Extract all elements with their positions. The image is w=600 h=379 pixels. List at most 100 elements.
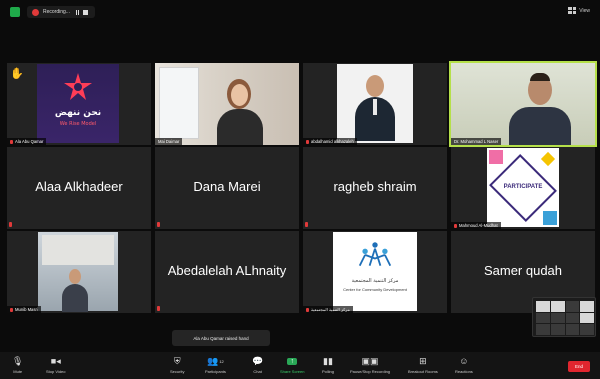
participant-tile[interactable]: Munib Masri	[7, 231, 151, 313]
polling-icon: ▮▮	[323, 355, 333, 366]
participants-icon: 👥 12	[207, 355, 224, 366]
reactions-button[interactable]: ☺ Reactions	[455, 355, 473, 374]
security-button[interactable]: ⛨ Security	[170, 355, 185, 375]
window-background	[159, 67, 199, 139]
poster-arabic-title: نحن ننهض	[54, 108, 102, 118]
muted-mic-icon	[306, 139, 309, 144]
video-feed: PARTICIPATE	[451, 147, 595, 229]
muted-mic-icon	[306, 307, 309, 312]
mute-label: Mute	[13, 369, 23, 374]
poster-subtitle: We Rise Model	[59, 121, 97, 127]
breakout-rooms-label: Breakout Rooms	[408, 369, 438, 374]
participants-label: Participants	[205, 369, 226, 374]
participant-tile[interactable]: نحن ننهض We Rise Model ✋ Ala Abu Qamar	[7, 63, 151, 145]
recording-icon: ▣▣	[361, 355, 379, 366]
video-feed: مركز التنمية المجتمعية Center for Commun…	[303, 231, 447, 313]
recording-indicator: Recording...	[27, 6, 95, 18]
participant-name: Mahmoud Al-Mudhat	[459, 223, 498, 228]
person-suit	[509, 107, 571, 145]
video-feed	[7, 231, 151, 313]
chat-button[interactable]: 💬 Chat	[252, 355, 264, 375]
reactions-label: Reactions	[455, 369, 473, 374]
participant-name: Dr. Mohammad L Naser	[454, 139, 499, 144]
muted-mic-icon	[9, 222, 12, 227]
person-face	[231, 84, 248, 106]
video-feed	[303, 63, 447, 145]
participant-tile[interactable]: Mai Daimar	[155, 63, 299, 145]
people-logo-icon	[358, 242, 392, 267]
participant-name: abdalhamid alkhazaleh	[311, 139, 354, 144]
muted-mic-icon	[10, 307, 13, 312]
participant-name-tag: Mahmoud Al-Mudhat	[451, 222, 501, 229]
muted-mic-icon	[454, 223, 457, 228]
person-shirt	[373, 99, 377, 115]
participant-tile[interactable]: Dana Marei	[155, 147, 299, 229]
participate-logo-card: PARTICIPATE	[487, 148, 559, 227]
grid-view-icon	[568, 7, 577, 14]
participant-tile-active-speaker[interactable]: Dr. Mohammad L Naser	[449, 61, 597, 147]
stop-video-button[interactable]: ■◂ Stop Video	[46, 355, 66, 375]
share-screen-button[interactable]: ↑ Share Screen	[280, 355, 304, 374]
share-screen-label: Share Screen	[280, 369, 305, 374]
raised-hand-icon: ✋	[10, 68, 24, 80]
mute-button[interactable]: 🎙 Mute	[12, 355, 24, 375]
participant-name-tag: مركز التنمية المجتمعية	[303, 306, 353, 313]
participant-name: Munib Masri	[15, 307, 38, 312]
participants-button[interactable]: 👥 12 Participants	[205, 355, 226, 375]
view-button[interactable]: View	[568, 7, 590, 14]
participant-display-name: Samer qudah	[483, 263, 563, 278]
chat-label: Chat	[253, 369, 262, 374]
video-feed: نحن ننهض We Rise Model	[7, 63, 151, 145]
participant-tile[interactable]: PARTICIPATE Mahmoud Al-Mudhat	[451, 147, 595, 229]
logo-arabic-text: مركز التنمية المجتمعية	[351, 278, 399, 284]
chat-icon: 💬	[252, 355, 264, 366]
pause-stop-recording-button[interactable]: ▣▣ Pause/Stop Recording	[350, 355, 391, 375]
person-face	[366, 75, 384, 97]
star-logo-icon	[64, 73, 92, 100]
participant-tile[interactable]: Alaa Alkhadeer	[7, 147, 151, 229]
breakout-rooms-button[interactable]: ⊞ Breakout Rooms	[408, 355, 438, 375]
we-rise-poster: نحن ننهض We Rise Model	[37, 64, 119, 143]
participant-tile[interactable]: Abedalelah ALhnaity	[155, 231, 299, 313]
participant-tile[interactable]: مركز التنمية المجتمعية Center for Commun…	[303, 231, 447, 313]
stop-recording-icon[interactable]	[82, 9, 88, 15]
muted-mic-icon	[10, 139, 13, 144]
participant-name-tag: Dr. Mohammad L Naser	[451, 138, 502, 145]
recording-dot-icon	[32, 8, 39, 16]
self-view-thumbnail[interactable]	[532, 297, 596, 337]
participant-tile[interactable]: ragheb shraim	[303, 147, 447, 229]
participant-name: Ala Abu Qamar	[15, 139, 44, 144]
security-shield-icon[interactable]	[10, 7, 20, 17]
mini-gallery	[536, 301, 594, 335]
polling-button[interactable]: ▮▮ Polling	[322, 355, 335, 375]
video-camera-icon: ■◂	[50, 355, 61, 366]
participant-display-name: ragheb shraim	[333, 179, 417, 194]
participant-tile[interactable]: abdalhamid alkhazaleh	[303, 63, 447, 145]
decor-square	[543, 211, 557, 225]
muted-mic-icon	[305, 222, 308, 227]
polling-label: Polling	[322, 369, 335, 374]
view-label: View	[579, 7, 590, 14]
shield-icon: ⛨	[173, 355, 181, 366]
decor-square	[489, 150, 503, 164]
decor-diamond	[540, 151, 556, 167]
logo-english-text: Center for Community Development	[343, 287, 407, 292]
top-bar: Recording... View	[0, 0, 600, 22]
participant-name-tag: Mai Daimar	[155, 138, 183, 145]
raised-hand-notification[interactable]: Ala Abu Qamar raised hand	[172, 330, 270, 346]
participant-display-name: Abedalelah ALhnaity	[167, 263, 287, 278]
microphone-icon: 🎙	[12, 355, 24, 366]
participate-text: PARTICIPATE	[503, 184, 543, 190]
share-screen-icon: ↑	[287, 355, 297, 367]
participants-count: 12	[219, 358, 224, 364]
participant-name: مركز التنمية المجتمعية	[311, 307, 350, 312]
end-meeting-button[interactable]: End	[568, 361, 590, 372]
person-body	[217, 109, 263, 145]
pause-recording-icon[interactable]	[75, 9, 79, 15]
pause-stop-recording-label: Pause/Stop Recording	[350, 369, 391, 374]
person-body	[62, 284, 88, 312]
security-label: Security	[170, 369, 185, 374]
person-face	[69, 269, 81, 284]
breakout-rooms-icon: ⊞	[419, 355, 427, 366]
community-center-logo: مركز التنمية المجتمعية Center for Commun…	[333, 232, 417, 311]
